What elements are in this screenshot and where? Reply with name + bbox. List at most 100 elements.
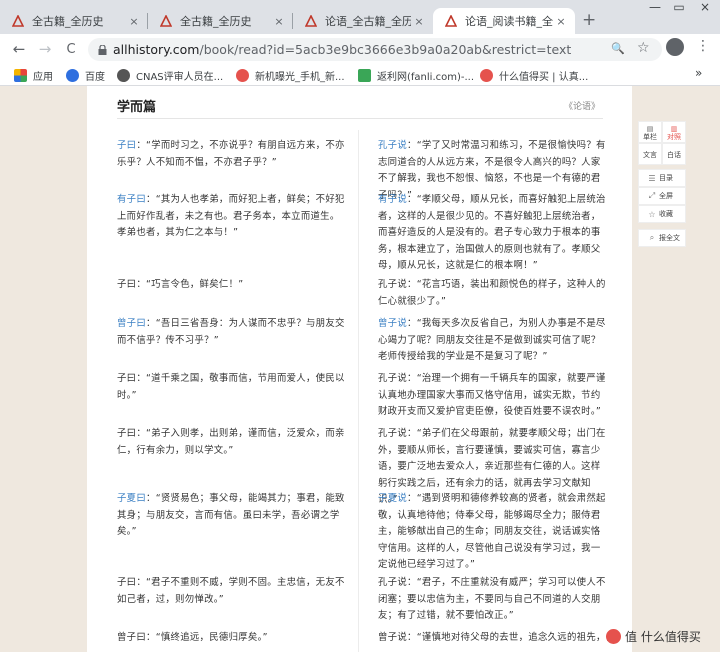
- passage-text: 曾子曰：“慎终追远，民德归厚矣。”: [117, 632, 268, 643]
- original-text-row: 有子曰：“其为人也孝弟，而好犯上者，鲜矣；不好犯上而好作乱者，未之有也。君子务本…: [117, 192, 345, 242]
- tab-title: 论语_阅读书籍_全历: [465, 15, 553, 28]
- tab-title: 全古籍_全历史: [32, 15, 104, 28]
- reload-button[interactable]: C: [58, 42, 84, 57]
- bookmark-baidu[interactable]: 百度: [66, 68, 105, 83]
- star-icon: ☆: [648, 209, 656, 219]
- report-button[interactable]: ⌕ 报全文: [638, 229, 686, 247]
- translation-row: 曾子说：“谨慎地对待父母的去世，追念久远的祖先，自: [378, 630, 608, 650]
- forward-button[interactable]: →: [32, 40, 58, 58]
- globe-icon: [117, 69, 130, 82]
- speaker-link[interactable]: 曾子说: [378, 318, 407, 329]
- bookmark-fanli[interactable]: 返利网(fanli.com)-...: [358, 68, 474, 83]
- original-text-row: 子夏曰：“贤贤易色；事父母，能竭其力；事君，能致其身；与朋友交，言而有信。虽曰未…: [117, 491, 345, 541]
- bookmarks-bar: 应用 百度 CNAS评审人员在... 新机曝光_手机_新... 返利网(fanl…: [0, 64, 720, 86]
- passage-text: 孔子说：“治理一个拥有一千辆兵车的国家，就要严谨认真地办理国家大事而又恪守信用，…: [378, 373, 606, 417]
- passage-text: 子曰：“君子不重则不威，学则不固。主忠信，无友不如己者，过，则勿惮改。”: [117, 577, 345, 605]
- chapter-title: 学而篇: [117, 100, 157, 115]
- tab-close-icon[interactable]: ×: [126, 15, 142, 28]
- button-label: 报全文: [659, 234, 680, 242]
- book-name-breadcrumb[interactable]: 《论语》: [564, 99, 600, 112]
- browser-toolbar: ← → C allhistory.com/book/read?id=5acb3e…: [0, 34, 720, 64]
- speaker-link[interactable]: 有子说: [378, 194, 407, 205]
- bookmark-label: 什么值得买 | 认真...: [499, 72, 589, 83]
- url-host: allhistory.com: [113, 42, 200, 57]
- allhistory-favicon-icon: [12, 15, 24, 27]
- passage-text: ：“孝顺父母，顺从兄长，而喜好触犯上层统治者，这样的人是很少见的。不喜好触犯上层…: [378, 194, 606, 271]
- single-column-button[interactable]: ▤ 单栏: [638, 121, 662, 143]
- list-icon: ☰: [648, 173, 656, 183]
- speaker-link[interactable]: 子曰: [117, 140, 136, 151]
- speaker-link[interactable]: 有子曰: [117, 194, 146, 205]
- button-label: 目录: [659, 174, 673, 182]
- baidu-paw-icon: [66, 69, 79, 82]
- menu-kebab-icon[interactable]: ⋮: [696, 38, 710, 54]
- tab-4-active[interactable]: 论语_阅读书籍_全历 ×: [433, 8, 575, 34]
- address-bar[interactable]: allhistory.com/book/read?id=5acb3e9bc366…: [88, 38, 662, 61]
- speaker-link[interactable]: 孔子说: [378, 140, 407, 151]
- profile-avatar[interactable]: [666, 38, 684, 56]
- passage-text: ：“贤贤易色；事父母，能竭其力；事君，能致其身；与朋友交，言而有信。虽曰未学，吾…: [117, 493, 345, 537]
- tab-2[interactable]: 全古籍_全历史 ×: [148, 8, 293, 34]
- search-icon[interactable]: 🔍: [611, 42, 625, 55]
- tab-3[interactable]: 论语_全古籍_全历史 ×: [293, 8, 433, 34]
- bookmark-cnas[interactable]: CNAS评审人员在...: [117, 68, 223, 83]
- tab-1[interactable]: 全古籍_全历史 ×: [0, 8, 148, 34]
- new-tab-button[interactable]: +: [582, 10, 596, 30]
- translation-row: 曾子说：“我每天多次反省自己，为别人办事是不是尽心竭力了呢？同朋友交往是不是做到…: [378, 316, 608, 366]
- tab-close-icon[interactable]: ×: [411, 15, 427, 28]
- compare-view-button[interactable]: ▥ 对照: [662, 121, 686, 143]
- button-label: 单栏: [643, 133, 657, 141]
- reader-side-toolbar: ▤ 单栏 ▥ 对照 文言 白话 ☰ 目录 ⤢ 全屏 ☆ 收藏 ⌕ 报全文: [638, 121, 686, 249]
- compare-icon: ▥: [670, 125, 678, 133]
- reader-page: 学而篇 《论语》 子曰：“学而时习之，不亦说乎？有朋自远方来，不亦乐乎？人不知而…: [87, 86, 632, 652]
- passage-text: ：“学而时习之，不亦说乎？有朋自远方来，不亦乐乎？人不知而不愠，不亦君子乎？”: [117, 140, 345, 168]
- bookmark-xinji[interactable]: 新机曝光_手机_新...: [236, 68, 345, 83]
- close-window-button[interactable]: ×: [692, 0, 718, 20]
- translation-row: 孔子说：“君子，不庄重就没有威严；学习可以使人不闭塞；要以忠信为主，不要同与自己…: [378, 575, 608, 625]
- fanli-icon: [358, 69, 371, 82]
- url-text[interactable]: allhistory.com/book/read?id=5acb3e9bc366…: [113, 42, 571, 57]
- bookmark-star-icon[interactable]: ☆: [637, 40, 650, 56]
- tab-strip: 全古籍_全历史 × 全古籍_全历史 × 论语_全古籍_全历史 × 论语_阅读书籍…: [0, 0, 720, 34]
- minimize-button[interactable]: —: [642, 0, 668, 20]
- url-path: /book/read?id=5acb3e9bc3666e3b9a0a20ab&r…: [199, 42, 572, 57]
- tab-close-icon[interactable]: ×: [271, 15, 287, 28]
- allhistory-favicon-icon: [305, 15, 317, 27]
- allhistory-favicon-icon: [160, 15, 172, 27]
- translation-row: 有子说：“孝顺父母，顺从兄长，而喜好触犯上层统治者，这样的人是很少见的。不喜好触…: [378, 192, 608, 275]
- speaker-link[interactable]: 子夏说: [378, 493, 407, 504]
- passage-text: 子曰：“巧言令色，鲜矣仁！”: [117, 279, 244, 290]
- collect-button[interactable]: ☆ 收藏: [638, 205, 686, 223]
- button-label: 对照: [667, 133, 681, 141]
- watermark-text: 值 什么值得买: [625, 630, 701, 644]
- original-text-row: 曾子曰：“慎终追远，民德归厚矣。”: [117, 630, 345, 647]
- apps-grid-icon: [14, 69, 27, 82]
- bookmark-smzdm[interactable]: 什么值得买 | 认真...: [480, 68, 588, 83]
- weibo-icon: [236, 69, 249, 82]
- bookmarks-more-button[interactable]: »: [695, 66, 702, 80]
- passage-text: ：“遇到贤明和德修养较高的贤者，就会肃然起敬，认真地待他；侍奉父母，能够竭尽全力…: [378, 493, 606, 570]
- classical-text-button[interactable]: 文言: [638, 143, 662, 165]
- toc-button[interactable]: ☰ 目录: [638, 169, 686, 187]
- bookmark-apps[interactable]: 应用: [14, 68, 53, 83]
- bookmark-label: 百度: [85, 72, 105, 83]
- tab-title: 论语_全古籍_全历史: [325, 15, 411, 28]
- restore-button[interactable]: ▭: [666, 0, 692, 20]
- bookmark-label: CNAS评审人员在...: [136, 72, 224, 83]
- original-text-row: 子曰：“弟子入则孝，出则弟，谨而信，泛爱众，而亲仁，行有余力，则以学文。”: [117, 426, 345, 459]
- fullscreen-button[interactable]: ⤢ 全屏: [638, 187, 686, 205]
- vernacular-text-button[interactable]: 白话: [662, 143, 686, 165]
- single-column-icon: ▤: [646, 125, 654, 133]
- passage-text: 孔子说：“花言巧语，装出和颜悦色的样子，这种人的仁心就很少了。”: [378, 279, 606, 307]
- speaker-link[interactable]: 子夏曰: [117, 493, 146, 504]
- back-button[interactable]: ←: [6, 40, 32, 58]
- tab-close-icon[interactable]: ×: [553, 15, 569, 28]
- bookmark-label: 新机曝光_手机_新...: [255, 72, 345, 83]
- watermark: 值 什么值得买: [606, 628, 701, 645]
- speaker-link[interactable]: 曾子曰: [117, 318, 146, 329]
- button-label: 全屏: [659, 192, 673, 200]
- passage-text: 孔子说：“君子，不庄重就没有威严；学习可以使人不闭塞；要以忠信为主，不要同与自己…: [378, 577, 606, 621]
- original-text-row: 子曰：“学而时习之，不亦说乎？有朋自远方来，不亦乐乎？人不知而不愠，不亦君子乎？…: [117, 138, 345, 171]
- passage-text: 曾子说：“谨慎地对待父母的去世，追念久远的祖先，自: [378, 632, 608, 643]
- lock-icon: [98, 44, 107, 55]
